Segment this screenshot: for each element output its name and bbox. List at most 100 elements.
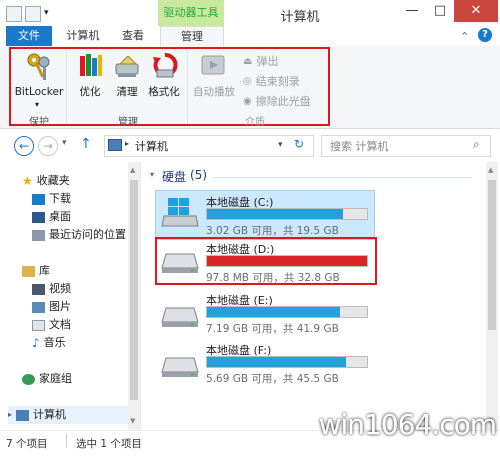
nav-item-downloads[interactable]: 下载 — [32, 190, 71, 208]
nav-libraries[interactable]: 库 — [22, 262, 50, 280]
drive-info: 3.02 GB 可用，共 19.5 GB — [206, 225, 339, 237]
new-folder-icon[interactable] — [25, 6, 41, 22]
maximize-button[interactable]: □ — [426, 0, 454, 22]
up-button[interactable]: ↑ — [80, 136, 92, 152]
breadcrumb-computer[interactable]: 计算机 — [135, 138, 168, 154]
qat-dropdown-icon[interactable]: ▾ — [44, 6, 58, 20]
bitlocker-label: BitLocker — [14, 86, 64, 98]
scroll-up-icon[interactable]: ▲ — [130, 166, 135, 174]
windows-drive-icon — [160, 196, 200, 233]
hard-drive-icon — [160, 350, 200, 383]
collapse-group-icon[interactable]: ▾ — [150, 170, 154, 179]
context-tab-drive-tools: 驱动器工具 — [158, 0, 224, 26]
download-icon — [32, 193, 45, 205]
nav-scrollbar-thumb[interactable] — [130, 180, 138, 400]
video-icon — [32, 283, 45, 295]
tab-view[interactable]: 查看 — [110, 26, 156, 46]
search-placeholder: 搜索 计算机 — [330, 140, 389, 153]
item-count: 7 个项目 — [6, 438, 48, 450]
optimize-icon — [78, 52, 104, 83]
collapse-ribbon-icon[interactable]: ⌃ — [460, 30, 469, 43]
drive-info: 97.8 MB 可用，共 32.8 GB — [206, 272, 340, 284]
address-dropdown-icon[interactable]: ▾ — [278, 140, 283, 150]
erase-disc-button[interactable]: ◉ 擦除此光盘 — [243, 94, 311, 108]
close-button[interactable]: ✕ — [454, 0, 498, 22]
refresh-icon[interactable]: ↻ — [294, 137, 304, 151]
music-icon: ♪ — [32, 336, 40, 350]
eject-icon: ⏏ — [243, 55, 253, 67]
drive-info: 7.19 GB 可用，共 41.9 GB — [206, 323, 339, 335]
pane-divider — [140, 162, 141, 430]
library-icon — [22, 265, 35, 277]
drive-usage-fill — [207, 357, 347, 367]
search-icon[interactable]: ⌕ — [473, 137, 480, 152]
drive-info: 5.69 GB 可用，共 45.5 GB — [206, 373, 339, 385]
content-scrollbar[interactable]: ▲ ▼ — [486, 162, 498, 430]
arrow-up-icon: ↑ — [80, 136, 92, 152]
minimize-button[interactable]: — — [398, 0, 426, 22]
arrow-left-icon: ← — [18, 139, 30, 153]
section-divider — [212, 177, 472, 178]
nav-favorites[interactable]: ★ 收藏夹 — [22, 172, 70, 190]
forward-button[interactable]: → — [38, 136, 58, 156]
tab-computer[interactable]: 计算机 — [58, 26, 108, 46]
scroll-up-icon[interactable]: ▲ — [488, 166, 493, 174]
selected-count: 选中 1 个项目 — [76, 438, 142, 450]
help-icon[interactable]: ? — [478, 28, 492, 42]
nav-homegroup[interactable]: 家庭组 — [22, 370, 72, 388]
drive-usage-bar — [206, 356, 368, 368]
properties-icon[interactable] — [6, 6, 22, 22]
erase-disc-icon: ◉ — [243, 95, 252, 107]
recent-locations-icon[interactable]: ▾ — [62, 138, 67, 148]
hard-drive-icon — [160, 300, 200, 333]
section-header-hard-drives[interactable]: 硬盘 (5) — [162, 168, 207, 185]
nav-item-music[interactable]: ♪ 音乐 — [32, 334, 66, 352]
optimize-button[interactable]: 优化 — [74, 52, 106, 100]
group-label-protect: 保护 — [29, 117, 49, 128]
format-icon — [152, 52, 178, 83]
format-button[interactable]: 格式化 — [146, 52, 182, 100]
keys-icon — [26, 52, 52, 85]
desktop-icon — [32, 211, 45, 223]
autoplay-button[interactable]: 自动播放 — [190, 52, 238, 100]
nav-item-pictures[interactable]: 图片 — [32, 298, 71, 316]
cleanup-icon — [114, 55, 142, 83]
finish-burn-icon: ◎ — [243, 75, 252, 87]
group-label-media: 介质 — [245, 117, 265, 128]
drive-usage-bar — [206, 255, 368, 267]
eject-label: 弹出 — [256, 55, 279, 68]
divider — [66, 50, 67, 124]
recent-places-icon — [32, 229, 45, 241]
back-button[interactable]: ← — [14, 136, 34, 156]
nav-computer[interactable]: ▸ 计算机 — [8, 406, 132, 424]
tab-file[interactable]: 文件 — [6, 26, 52, 46]
group-label-manage: 管理 — [118, 117, 138, 128]
optimize-label: 优化 — [79, 86, 101, 98]
scroll-down-icon[interactable]: ▼ — [130, 417, 135, 425]
divider — [66, 434, 67, 448]
drive-usage-bar — [206, 306, 368, 318]
nav-item-desktop[interactable]: 桌面 — [32, 208, 71, 226]
nav-item-recent[interactable]: 最近访问的位置 — [32, 226, 126, 244]
homegroup-icon — [22, 373, 35, 385]
finish-burn-button[interactable]: ◎ 结束刻录 — [243, 74, 300, 88]
content-scrollbar-thumb[interactable] — [488, 180, 496, 330]
arrow-right-icon: → — [42, 139, 54, 153]
nav-item-videos[interactable]: 视频 — [32, 280, 71, 298]
nav-item-documents[interactable]: 文档 — [32, 316, 71, 334]
chevron-right-icon: ▸ — [8, 410, 13, 419]
drive-usage-fill — [207, 209, 343, 219]
autoplay-icon — [201, 54, 225, 81]
star-icon: ★ — [22, 174, 33, 188]
hard-drive-icon — [160, 246, 200, 279]
cleanup-button[interactable]: 清理 — [110, 52, 144, 100]
computer-icon — [16, 409, 30, 421]
finish-burn-label: 结束刻录 — [255, 75, 300, 88]
tab-manage[interactable]: 管理 — [160, 26, 224, 47]
bitlocker-button[interactable]: BitLocker ▾ — [15, 50, 63, 114]
autoplay-label: 自动播放 — [193, 86, 235, 98]
drive-usage-bar — [206, 208, 368, 220]
eject-button[interactable]: ⏏ 弹出 — [243, 54, 278, 68]
nav-scrollbar[interactable]: ▲ ▼ — [128, 162, 140, 430]
computer-icon — [108, 139, 122, 151]
